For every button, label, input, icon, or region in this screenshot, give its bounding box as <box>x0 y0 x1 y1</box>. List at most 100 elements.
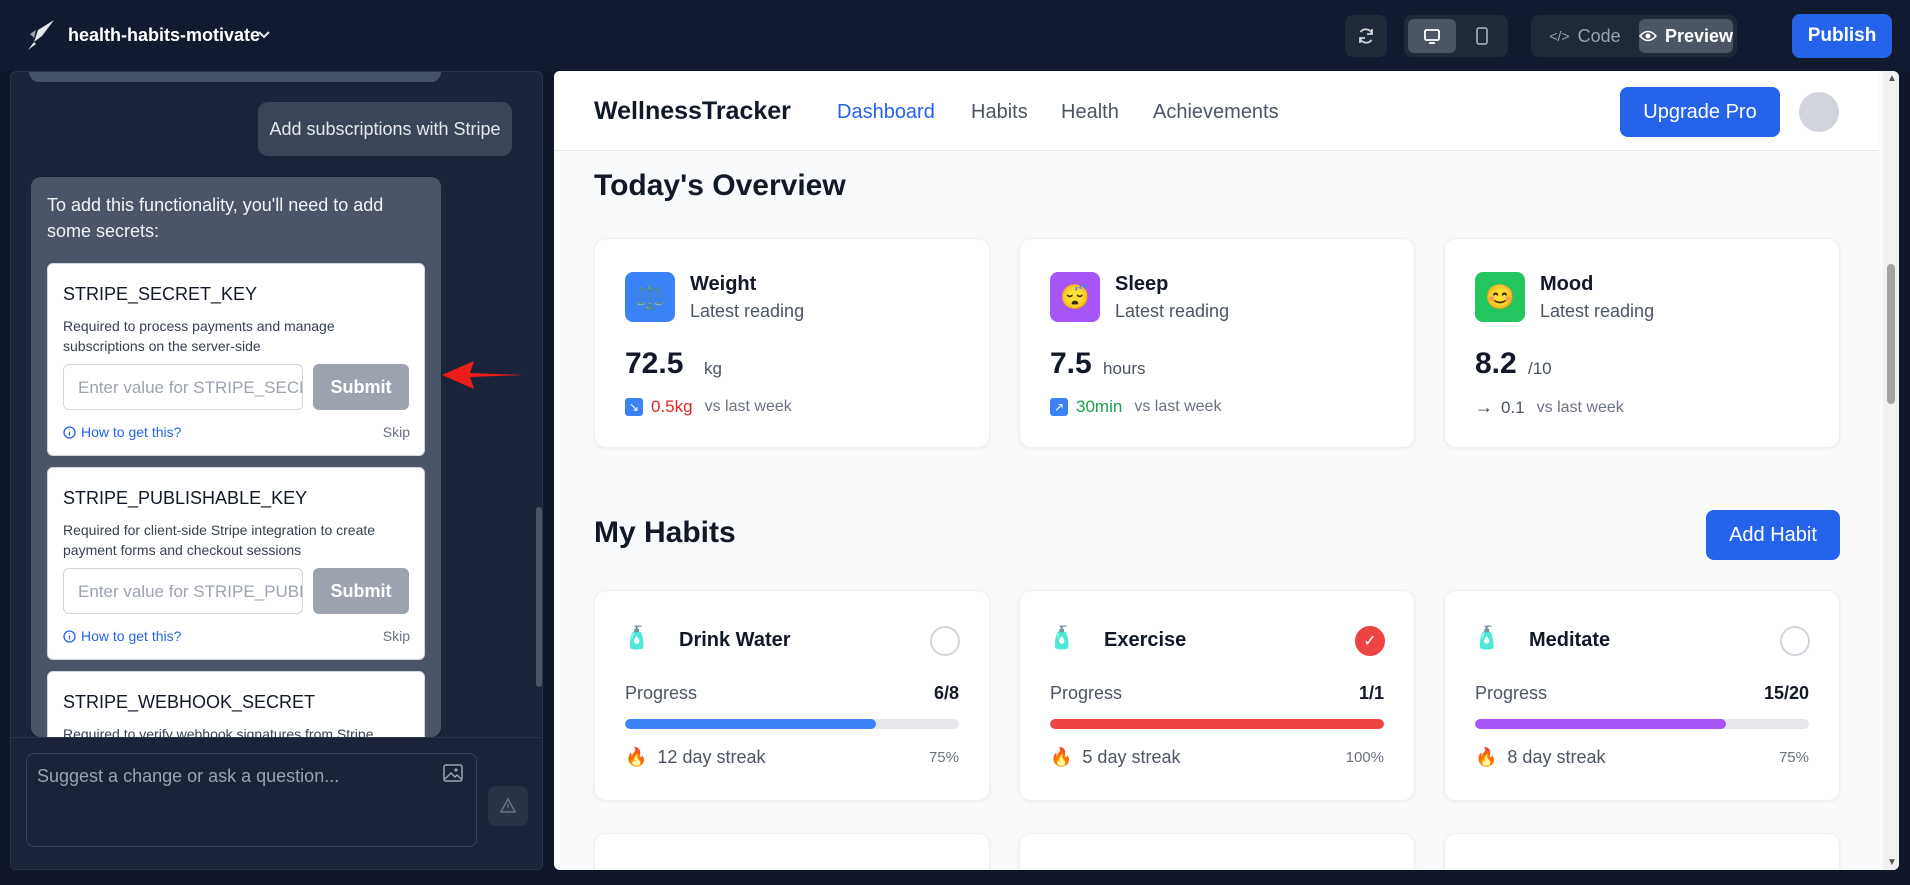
check-icon: ✓ <box>1363 633 1377 650</box>
how-to-link[interactable]: How to get this? <box>63 628 181 644</box>
secret-value-input[interactable]: Enter value for STRIPE_PUBLISHABLE_KEY <box>63 568 303 614</box>
code-label: Code <box>1577 25 1621 46</box>
image-upload-icon[interactable] <box>443 764 463 782</box>
metric-unit: kg <box>704 359 722 378</box>
eye-icon <box>1639 30 1657 42</box>
avatar[interactable] <box>1799 92 1839 132</box>
progress-label: Progress <box>1050 683 1123 703</box>
assistant-message: To add this functionality, you'll need t… <box>31 177 441 791</box>
streak: 🔥 8 day streak <box>1475 747 1605 768</box>
nav-habits[interactable]: Habits <box>971 101 1028 124</box>
info-icon <box>63 629 76 643</box>
scrollbar-thumb[interactable] <box>1887 264 1895 404</box>
chat-input[interactable]: Suggest a change or ask a question... <box>26 753 477 847</box>
overview-card-mood: 😊 Mood Latest reading 8.2 /10 → 0.1 vs l… <box>1444 238 1840 448</box>
desktop-view-button[interactable] <box>1408 19 1456 53</box>
scroll-up-icon[interactable]: ▲ <box>1887 73 1897 84</box>
assistant-intro: To add this functionality, you'll need t… <box>47 195 384 241</box>
red-arrow-annotation <box>442 361 524 389</box>
habit-name: Exercise <box>1104 629 1187 651</box>
metric-subtitle: Latest reading <box>1540 301 1655 321</box>
progress-count: 6/8 <box>933 683 959 703</box>
how-to-label: How to get this? <box>81 628 182 644</box>
submit-button[interactable]: Submit <box>313 364 409 410</box>
trend-up-icon: ↗ <box>1050 398 1068 416</box>
secret-card-stripe-secret-key: STRIPE_SECRET_KEY Required to process pa… <box>47 263 425 456</box>
habit-complete-checkbox[interactable] <box>930 626 960 656</box>
progress-count: 15/20 <box>1763 683 1809 703</box>
habit-name: Drink Water <box>679 629 791 651</box>
chat-scrollbar[interactable] <box>536 507 542 687</box>
submit-button[interactable]: Submit <box>313 568 409 614</box>
previous-message <box>29 72 441 82</box>
scroll-down-icon[interactable]: ▼ <box>1887 857 1897 868</box>
add-habit-button[interactable]: Add Habit <box>1706 510 1840 560</box>
how-to-label: How to get this? <box>81 424 182 440</box>
preview-tab[interactable]: Preview <box>1639 19 1733 53</box>
publish-button[interactable]: Publish <box>1792 14 1892 58</box>
bottle-icon: 🧴 <box>1473 625 1501 650</box>
change-caption: vs last week <box>1134 398 1222 415</box>
progress-fill <box>625 719 876 729</box>
preview-label: Preview <box>1664 25 1733 46</box>
preview-scrollbar[interactable]: ▲ ▼ <box>1883 71 1899 870</box>
habit-complete-checkbox[interactable]: ✓ <box>1355 626 1385 656</box>
progress-label: Progress <box>625 683 698 703</box>
chevron-down-icon[interactable] <box>256 26 272 42</box>
scale-icon: ⚖️ <box>625 272 675 322</box>
fire-icon: 🔥 <box>1475 747 1498 767</box>
user-message: Add subscriptions with Stripe <box>258 102 512 156</box>
sleep-icon: 😴 <box>1050 272 1100 322</box>
progress-bar <box>625 719 959 729</box>
secret-description: Required for client-side Stripe integrat… <box>63 522 376 558</box>
streak-label: 8 day streak <box>1507 747 1606 767</box>
secret-name: STRIPE_SECRET_KEY <box>63 284 258 304</box>
metric-value: 7.5 <box>1050 347 1092 380</box>
trend-flat-icon: → <box>1475 397 1493 417</box>
habit-card-meditate: 🧴 Meditate Progress 15/20 🔥 8 day streak … <box>1444 590 1840 801</box>
app-brand[interactable]: WellnessTracker <box>594 97 791 126</box>
change-value: 0.1 <box>1501 397 1525 417</box>
nav-achievements[interactable]: Achievements <box>1153 101 1279 124</box>
secret-description: Required to process payments and manage … <box>63 318 335 354</box>
metric-name: Sleep <box>1115 273 1169 295</box>
progress-percent: 100% <box>1345 749 1384 766</box>
refresh-button[interactable] <box>1345 15 1387 57</box>
water-bottle-icon: 🧴 <box>623 625 651 650</box>
skip-link[interactable]: Skip <box>383 424 410 440</box>
nav-health[interactable]: Health <box>1061 101 1119 124</box>
code-tab[interactable]: </> Code <box>1535 19 1635 53</box>
progress-percent: 75% <box>928 749 959 766</box>
habit-name: Meditate <box>1529 629 1611 651</box>
trend-down-icon: ↘ <box>625 398 643 416</box>
metric-name: Weight <box>690 273 757 295</box>
progress-label: Progress <box>1475 683 1548 703</box>
desktop-icon <box>1424 29 1440 44</box>
change-caption: vs last week <box>704 398 792 415</box>
send-button[interactable] <box>488 786 528 826</box>
bottle-icon: 🧴 <box>1048 625 1076 650</box>
progress-bar <box>1475 719 1809 729</box>
device-toggle <box>1404 15 1508 57</box>
habit-card <box>1444 833 1840 870</box>
send-icon <box>499 797 517 813</box>
mobile-view-button[interactable] <box>1460 19 1504 53</box>
nav-dashboard[interactable]: Dashboard <box>837 101 935 124</box>
habit-card <box>594 833 990 870</box>
metric-subtitle: Latest reading <box>1115 301 1230 321</box>
smile-icon: 😊 <box>1475 272 1525 322</box>
metric-unit: /10 <box>1528 359 1552 378</box>
how-to-link[interactable]: How to get this? <box>63 424 181 440</box>
skip-link[interactable]: Skip <box>383 628 410 644</box>
rocket-logo-icon[interactable] <box>24 18 56 52</box>
fire-icon: 🔥 <box>1050 747 1073 767</box>
progress-fill <box>1050 719 1384 729</box>
habit-complete-checkbox[interactable] <box>1780 626 1810 656</box>
streak: 🔥 12 day streak <box>625 747 765 768</box>
metric-change: ↗ 30min vs last week <box>1050 397 1221 417</box>
secret-value-input[interactable]: Enter value for STRIPE_SECRET_KEY <box>63 364 303 410</box>
project-name[interactable]: health-habits-motivate <box>68 25 260 46</box>
upgrade-pro-button[interactable]: Upgrade Pro <box>1620 87 1780 137</box>
app-preview: WellnessTracker Dashboard Habits Health … <box>554 71 1899 870</box>
overview-title: Today's Overview <box>594 169 846 202</box>
